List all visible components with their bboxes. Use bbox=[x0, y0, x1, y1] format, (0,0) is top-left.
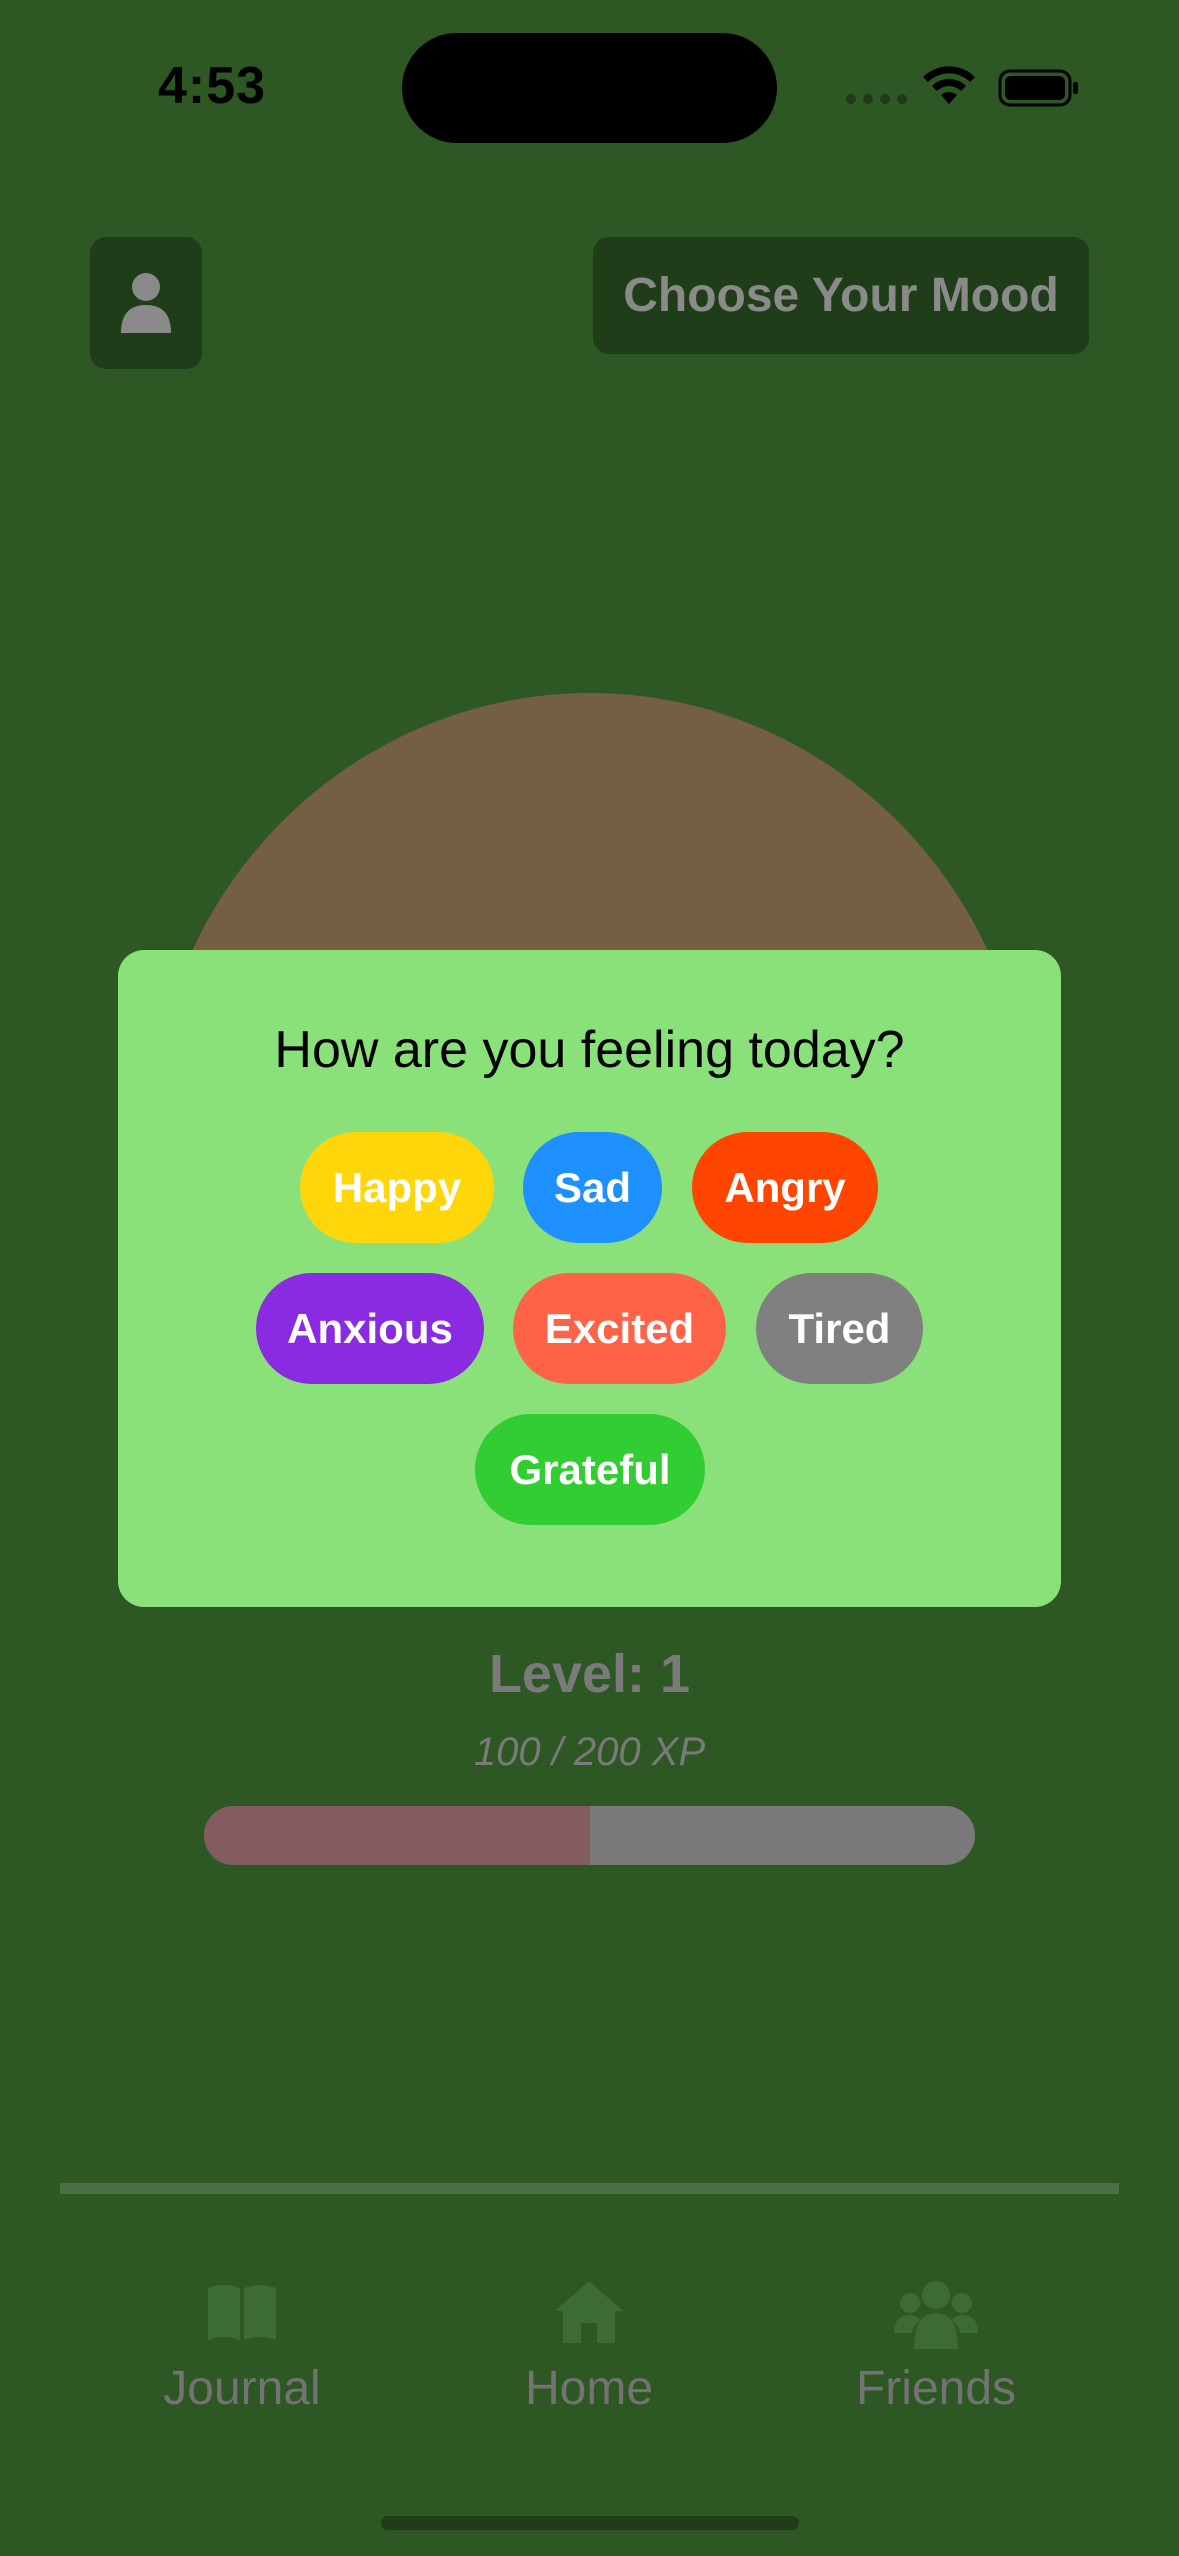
xp-progress-bar bbox=[204, 1806, 975, 1865]
people-icon bbox=[894, 2281, 978, 2349]
tab-label-journal: Journal bbox=[163, 2362, 321, 2415]
dynamic-island bbox=[402, 33, 777, 143]
book-icon bbox=[208, 2285, 276, 2340]
choose-mood-button[interactable]: Choose Your Mood bbox=[593, 237, 1089, 354]
tab-label-home: Home bbox=[524, 2362, 654, 2415]
mood-picker-modal: How are you feeling today? Happy Sad Ang… bbox=[118, 950, 1061, 1607]
tab-label-friends: Friends bbox=[855, 2362, 1017, 2415]
mood-chip-tired[interactable]: Tired bbox=[756, 1273, 923, 1384]
modal-title: How are you feeling today? bbox=[274, 1021, 905, 1079]
profile-button[interactable] bbox=[90, 237, 202, 369]
status-time: 4:53 bbox=[158, 57, 267, 115]
mood-chip-grateful[interactable]: Grateful bbox=[475, 1414, 705, 1525]
level-label: Level: 1 bbox=[488, 1644, 691, 1704]
mood-chip-happy[interactable]: Happy bbox=[300, 1132, 494, 1243]
wifi-icon bbox=[923, 66, 975, 104]
xp-progress-fill bbox=[204, 1806, 590, 1865]
battery-icon bbox=[998, 69, 1078, 107]
mood-chip-sad[interactable]: Sad bbox=[523, 1132, 662, 1243]
home-indicator bbox=[381, 2516, 799, 2530]
tab-friends[interactable]: Friends bbox=[786, 2275, 1086, 2416]
tab-journal[interactable]: Journal bbox=[92, 2275, 392, 2416]
mood-chip-angry[interactable]: Angry bbox=[692, 1132, 878, 1243]
tab-bar-divider bbox=[60, 2183, 1119, 2194]
person-icon bbox=[121, 273, 171, 333]
xp-label: 100 / 200 XP bbox=[473, 1730, 706, 1774]
tab-home[interactable]: Home bbox=[439, 2275, 739, 2416]
house-icon bbox=[555, 2281, 623, 2343]
signal-icon bbox=[846, 94, 907, 104]
mood-chip-excited[interactable]: Excited bbox=[513, 1273, 726, 1384]
mood-chip-anxious[interactable]: Anxious bbox=[256, 1273, 484, 1384]
